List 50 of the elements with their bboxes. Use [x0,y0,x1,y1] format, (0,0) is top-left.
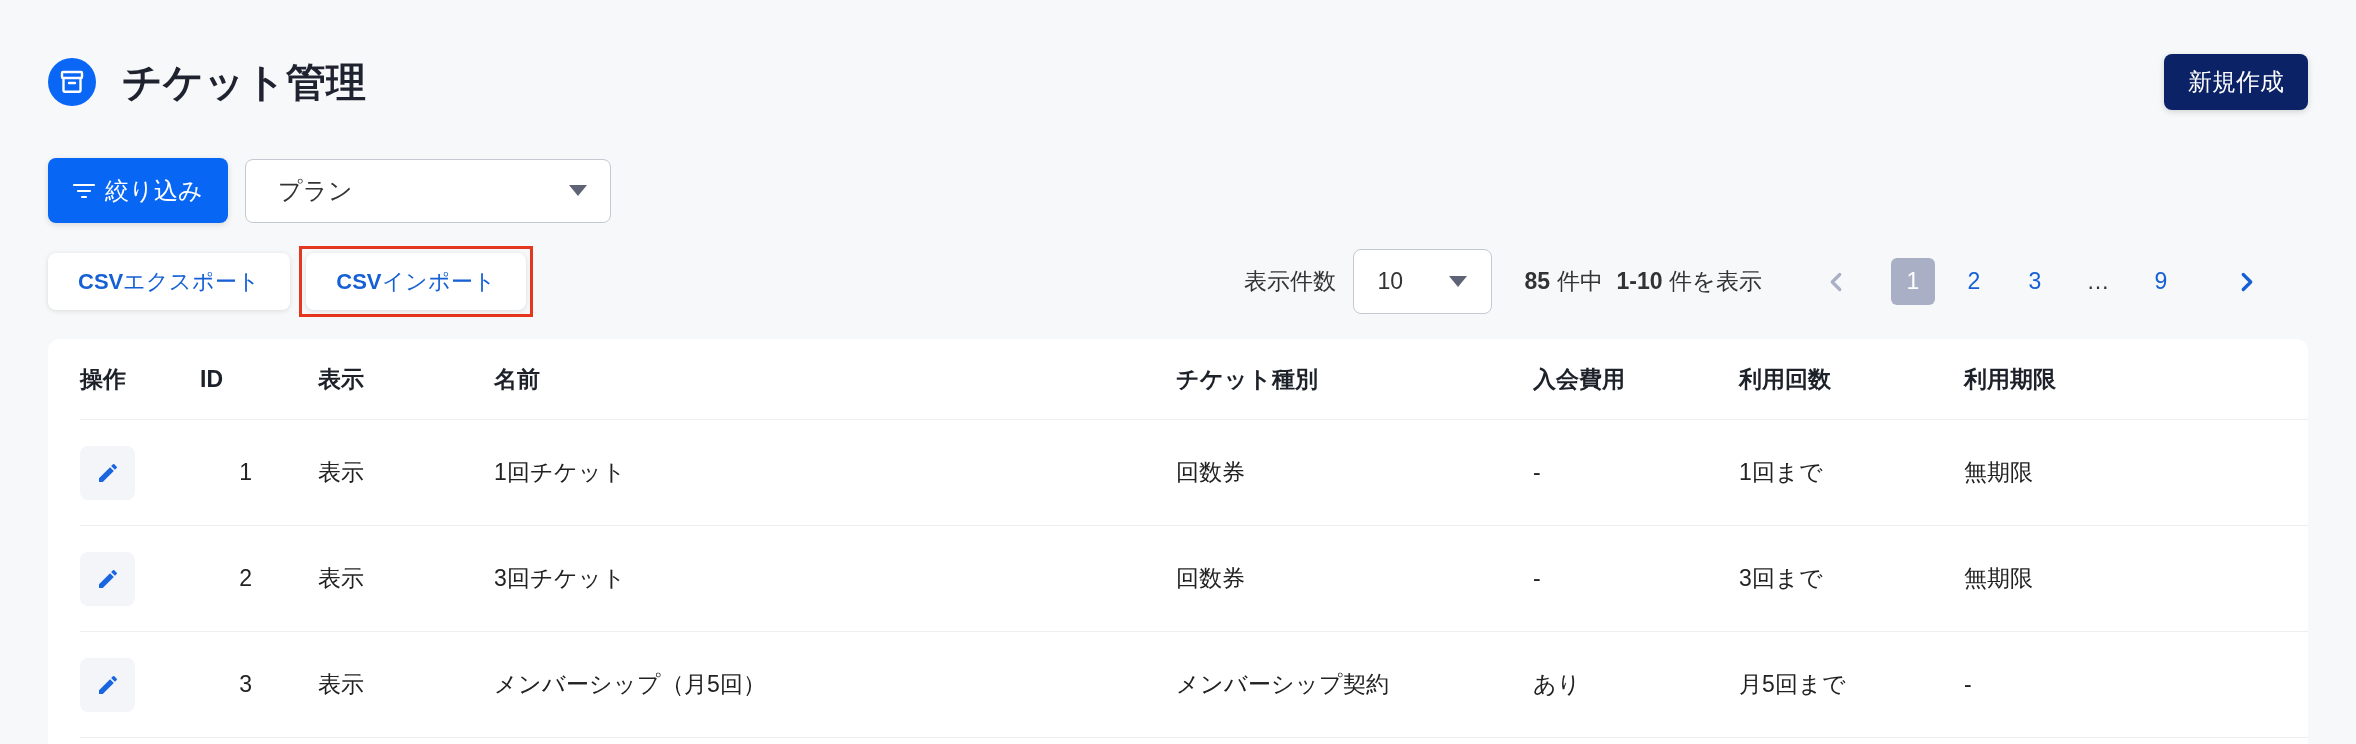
page-button[interactable]: 2 [1952,258,1996,305]
table-cell-text: 表示 [318,564,364,594]
table-cell-text: 1回チケット [494,458,626,488]
table-cell-text: 1回まで [1739,458,1823,488]
column-header: 入会費用 [1533,364,1625,394]
csv-button[interactable]: CSVエクスポート [48,253,291,310]
table-cell-text: - [1964,670,1972,700]
column-header: 表示 [318,364,364,394]
plan-select[interactable]: プラン [245,158,611,223]
table-cell-text: 無期限 [1964,564,2033,594]
per-page-label: 表示件数 [1243,267,1336,297]
table-cell-text: 2 [238,564,252,594]
table-cell-text: メンバーシップ契約 [1176,670,1389,700]
table-cell-text: 3回チケット [494,564,626,594]
table-cell-text: 月5回まで [1739,670,1846,700]
table-cell-text: 回数券 [1176,564,1245,594]
csv-button[interactable]: CSVインポート [306,253,526,310]
table-cell-text: 表示 [318,670,364,700]
edit-button[interactable] [80,657,135,712]
page-ellipsis: … [2085,267,2111,297]
column-header: チケット種別 [1176,364,1318,394]
caret-icon [1448,276,1467,287]
total-count-text: 85 件中 [1524,267,1603,297]
table-cell-text: メンバーシップ（月5回） [494,670,766,700]
table-cell-text: - [1533,564,1541,594]
table-cell-text: 表示 [318,458,364,488]
table-cell-text: 3回まで [1739,564,1823,594]
table-cell-text: 無期限 [1964,458,2033,488]
archive-box-icon [48,58,96,106]
page-title: チケット管理 [122,62,366,102]
caret-icon [569,185,587,196]
filter-button[interactable]: 絞り込み [48,158,228,223]
column-header: 操作 [80,364,126,394]
edit-button[interactable] [80,445,135,500]
range-text: 1-10 件を表示 [1616,267,1762,297]
table-cell-text: 1 [238,458,252,488]
column-header: 名前 [494,364,540,394]
edit-button[interactable] [80,551,135,606]
filter-icon [73,182,95,199]
page-button[interactable]: 3 [2013,258,2057,305]
table-cell-text: あり [1533,670,1581,700]
new-button[interactable]: 新規作成 [2164,54,2308,110]
table-cell-text: 回数券 [1176,458,1245,488]
table-cell-text: - [1533,458,1541,488]
page-button[interactable]: 9 [2139,258,2183,305]
column-header: ID [200,364,223,394]
column-header: 利用期限 [1964,364,2056,394]
per-page-select[interactable]: 10 [1352,249,1492,314]
table-cell-text: 3 [238,670,252,700]
column-header: 利用回数 [1739,364,1831,394]
